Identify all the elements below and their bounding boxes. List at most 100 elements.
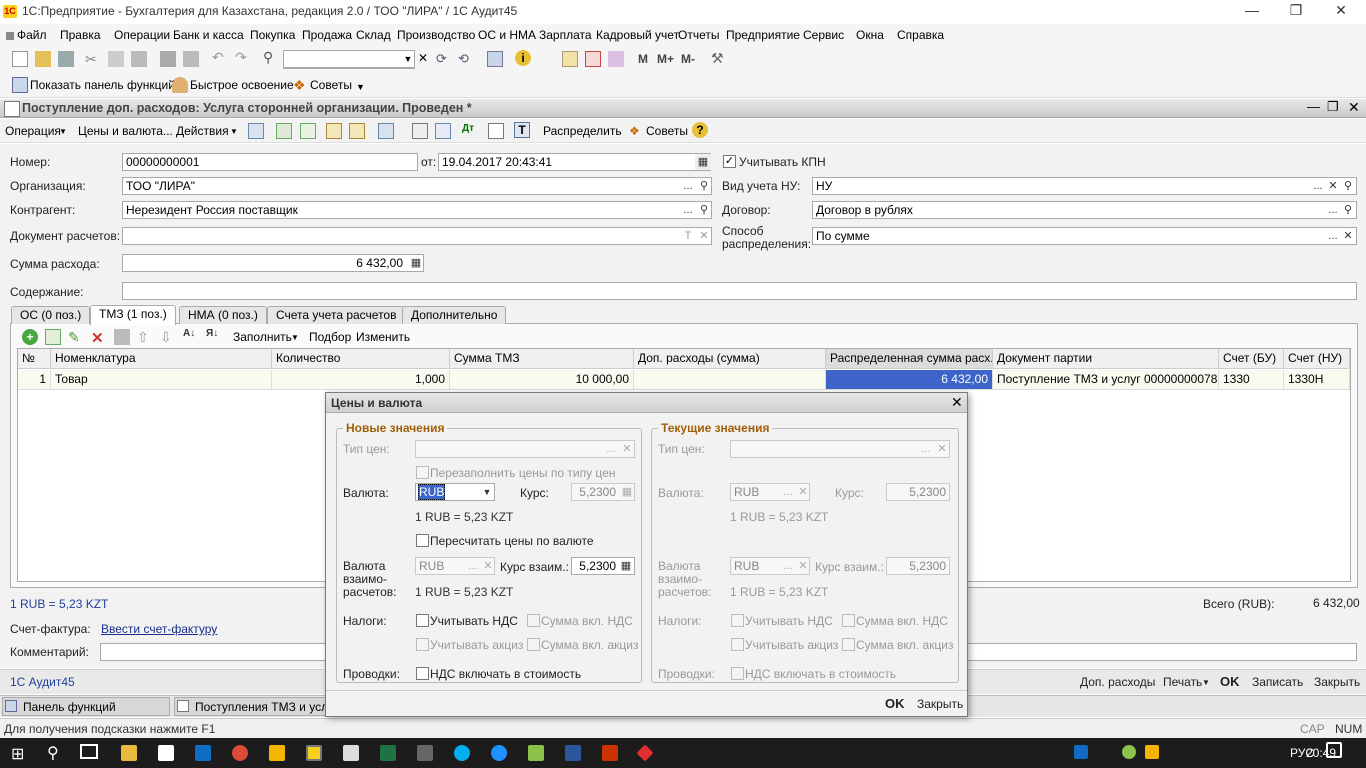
- tab-inventory[interactable]: ТМЗ (1 поз.): [90, 305, 176, 325]
- 1c-taskbar-icon[interactable]: [306, 745, 322, 761]
- calendar-icon[interactable]: [585, 51, 601, 67]
- print-dropdown-icon[interactable]: ▼: [1202, 678, 1210, 687]
- redo-icon[interactable]: ↷: [235, 49, 251, 65]
- org-select-button[interactable]: ...: [680, 178, 696, 194]
- outlook-taskbar-icon[interactable]: [195, 745, 211, 761]
- menu-edit[interactable]: Правка: [60, 28, 101, 42]
- tips-doc-button[interactable]: Советы: [646, 124, 688, 138]
- end-edit-icon[interactable]: [114, 329, 130, 345]
- cell-account-bu[interactable]: 1330: [1219, 370, 1284, 390]
- paste-icon[interactable]: [131, 51, 147, 67]
- settlement-doc-field[interactable]: [122, 227, 712, 245]
- col-distributed-sum[interactable]: Распределенная сумма расх...: [826, 349, 993, 369]
- copy-icon[interactable]: [108, 51, 124, 67]
- menu-bank[interactable]: Банк и касса: [173, 28, 244, 42]
- menu-operations[interactable]: Операции: [114, 28, 170, 42]
- settle-rate-calc-icon[interactable]: ▦: [618, 558, 634, 574]
- distribution-clear-icon[interactable]: ✕: [1340, 228, 1356, 244]
- counterparty-field[interactable]: Нерезидент Россия поставщик: [122, 201, 712, 219]
- show-panel-button[interactable]: Показать панель функций: [30, 78, 175, 92]
- quick-start-button[interactable]: Быстрое освоение: [190, 78, 294, 92]
- list-icon[interactable]: [435, 123, 451, 139]
- memory-plus-button[interactable]: M+: [657, 52, 674, 66]
- close-doc-button[interactable]: Закрыть: [1314, 675, 1360, 689]
- close-window-button[interactable]: ✕: [1330, 2, 1352, 20]
- org-search-icon[interactable]: ⚲: [696, 178, 712, 194]
- post-icon[interactable]: [248, 123, 264, 139]
- open-icon[interactable]: [35, 51, 51, 67]
- find-prev-icon[interactable]: ⟲: [458, 51, 474, 67]
- tab-additional[interactable]: Дополнительно: [402, 306, 507, 324]
- ie-taskbar-icon[interactable]: [491, 745, 507, 761]
- actions-menu[interactable]: Действия: [176, 124, 229, 138]
- print-icon[interactable]: [160, 51, 176, 67]
- nu-search-icon[interactable]: ⚲: [1340, 178, 1356, 194]
- distribution-field[interactable]: По сумме: [812, 227, 1357, 245]
- calculator-icon[interactable]: [562, 51, 578, 67]
- refill-checkbox[interactable]: [416, 466, 429, 479]
- undo-icon[interactable]: ↶: [212, 49, 228, 65]
- menu-service[interactable]: Сервис: [803, 28, 844, 42]
- cell-distributed-sum[interactable]: 6 432,00: [826, 370, 993, 390]
- fill-dropdown-icon[interactable]: ▼: [291, 333, 299, 342]
- move-down-icon[interactable]: ⇩: [160, 329, 176, 345]
- amount-calculator-icon[interactable]: ▦: [408, 255, 424, 271]
- actions-dropdown-icon[interactable]: ▼: [230, 127, 238, 136]
- doc-restore-button[interactable]: ❐: [1327, 99, 1339, 115]
- distribute-button[interactable]: Распределить: [543, 124, 622, 138]
- cell-number[interactable]: 1: [18, 370, 51, 390]
- minimize-button[interactable]: —: [1241, 2, 1263, 20]
- text-icon[interactable]: T: [514, 122, 530, 138]
- dialog-close-icon[interactable]: ✕: [951, 394, 963, 411]
- recalc-checkbox[interactable]: [416, 534, 429, 547]
- cell-account-nu[interactable]: 1330Н: [1284, 370, 1350, 390]
- counterparty-search-icon[interactable]: ⚲: [696, 202, 712, 218]
- col-batch-doc[interactable]: Документ партии: [993, 349, 1219, 369]
- users-icon[interactable]: [608, 51, 624, 67]
- tray-drive-icon[interactable]: [1145, 745, 1159, 759]
- search-clear-icon[interactable]: ✕: [418, 51, 434, 67]
- dt-kt-icon[interactable]: Дт: [462, 123, 478, 139]
- help-button[interactable]: ?: [692, 122, 708, 138]
- word-taskbar-icon[interactable]: [565, 745, 581, 761]
- tips-button[interactable]: Советы: [310, 78, 352, 92]
- number-field[interactable]: 00000000001: [122, 153, 418, 171]
- calendar-button[interactable]: ▦: [695, 154, 711, 170]
- based-on-icon[interactable]: [326, 123, 342, 139]
- memory-button[interactable]: M: [638, 52, 648, 66]
- find-next-icon[interactable]: ⟳: [436, 51, 452, 67]
- extra-costs-button[interactable]: Доп. расходы: [1080, 675, 1155, 689]
- panel-tab-receipts[interactable]: Поступления ТМЗ и услуг: [174, 697, 326, 716]
- contract-search-icon[interactable]: ⚲: [1340, 202, 1356, 218]
- doc-close-button[interactable]: ✕: [1348, 99, 1360, 116]
- windows-icon[interactable]: [487, 51, 503, 67]
- explorer-taskbar-icon[interactable]: [121, 745, 137, 761]
- nu-field[interactable]: НУ: [812, 177, 1357, 195]
- settlement-doc-type-icon[interactable]: T: [680, 228, 696, 244]
- menu-reports[interactable]: Отчеты: [678, 28, 719, 42]
- doc-minimize-button[interactable]: —: [1307, 99, 1320, 114]
- copy-doc-icon[interactable]: [300, 123, 316, 139]
- tray-app-icon[interactable]: [1122, 745, 1136, 759]
- settle-currency-clear-icon[interactable]: ✕: [480, 558, 496, 574]
- restore-button[interactable]: ❐: [1285, 2, 1307, 20]
- tab-settlement-accounts[interactable]: Счета учета расчетов: [267, 306, 406, 324]
- memory-minus-button[interactable]: M-: [681, 52, 695, 66]
- cell-nomenclature[interactable]: Товар: [51, 370, 272, 390]
- report-icon[interactable]: [488, 123, 504, 139]
- store-taskbar-icon[interactable]: [158, 745, 174, 761]
- start-icon[interactable]: ⊞: [11, 744, 24, 764]
- task-view-icon[interactable]: [80, 744, 98, 759]
- search-taskbar-icon[interactable]: ⚲: [47, 743, 59, 763]
- excise-incl-checkbox[interactable]: [527, 638, 540, 651]
- vat-incl-checkbox[interactable]: [527, 614, 540, 627]
- operation-dropdown-icon[interactable]: ▼: [59, 127, 67, 136]
- save-icon[interactable]: [58, 51, 74, 67]
- access-taskbar-icon[interactable]: [602, 745, 618, 761]
- people-taskbar-icon[interactable]: [417, 745, 433, 761]
- journal-icon[interactable]: [412, 123, 428, 139]
- menu-windows[interactable]: Окна: [856, 28, 884, 42]
- col-number[interactable]: №: [18, 349, 51, 369]
- menu-help[interactable]: Справка: [897, 28, 944, 42]
- invoice-link[interactable]: Ввести счет-фактуру: [101, 622, 217, 636]
